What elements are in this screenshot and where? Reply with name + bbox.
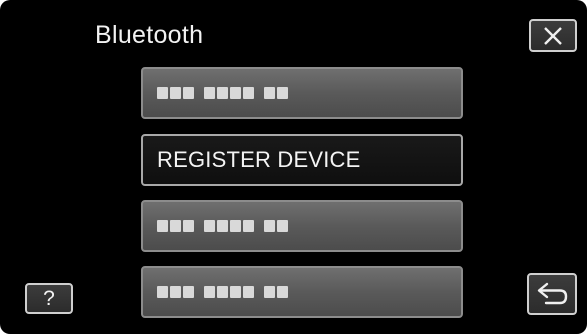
screen-title: Bluetooth: [95, 21, 204, 49]
help-label: ?: [43, 287, 55, 310]
bluetooth-menu-screen: Bluetooth REGISTER DEVICE ?: [0, 0, 587, 334]
device-item-1[interactable]: [141, 67, 463, 119]
register-device-button[interactable]: REGISTER DEVICE: [141, 134, 463, 186]
masked-device-name: [157, 220, 288, 232]
close-button[interactable]: [529, 19, 577, 52]
return-arrow-icon: [537, 282, 568, 305]
device-item-2[interactable]: [141, 200, 463, 252]
back-button[interactable]: [527, 273, 577, 315]
help-button[interactable]: ?: [25, 283, 73, 314]
register-device-label: REGISTER DEVICE: [157, 147, 361, 172]
masked-device-name: [157, 286, 288, 298]
device-item-3[interactable]: [141, 266, 463, 318]
masked-device-name: [157, 87, 288, 99]
close-icon: [544, 26, 562, 45]
